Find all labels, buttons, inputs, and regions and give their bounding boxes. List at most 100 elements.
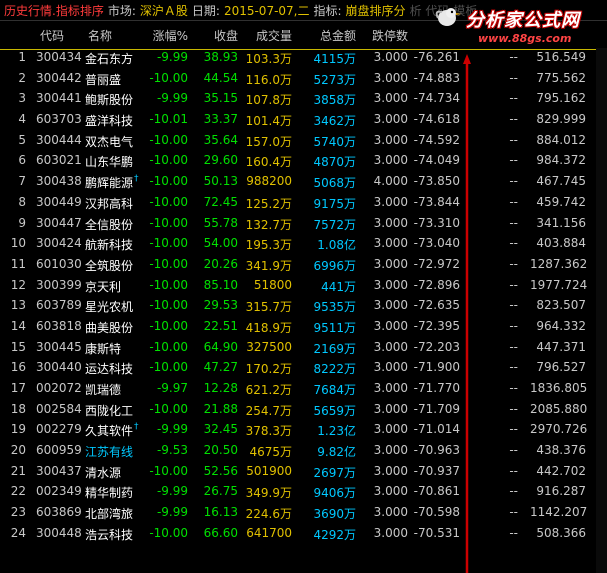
close-price: 54.00 — [203, 236, 238, 251]
view-mode-label[interactable]: 历史行情.指标排序 — [0, 2, 104, 19]
table-row[interactable]: 17 002072 凯瑞德 -9.97 12.28 621.2万 7684万 3.000 -71… — [0, 381, 607, 402]
date-value[interactable]: 2015-07-07,二 — [224, 2, 310, 19]
vertical-scrollbar[interactable] — [596, 48, 607, 573]
header-volume[interactable]: 成交量 — [244, 27, 292, 44]
indicator-value[interactable]: 崩盘排序分 — [346, 2, 406, 19]
row-index: 21 — [10, 463, 26, 478]
stock-code: 300448 — [36, 525, 82, 540]
market-value[interactable]: 深沪Ａ股 — [140, 2, 188, 19]
table-row[interactable]: 7 300438 鹏辉能源† -10.00 50.13 988200 5068万 4.000-… — [0, 174, 607, 195]
table-row[interactable]: 8 300449 汉邦高科 -10.00 72.45 125.2万 9175万 3.000 -7… — [0, 195, 607, 216]
total-amount: 7572万 — [313, 217, 356, 232]
limit-down-days: 3.000 — [373, 360, 408, 375]
extra-column-1: -- — [509, 318, 518, 333]
limit-down-days: 3.000 — [373, 422, 408, 437]
header-close[interactable]: 收盘 — [196, 27, 238, 44]
header-code[interactable]: 代码 — [40, 27, 90, 44]
table-row[interactable]: 13 603789 星光农机 -10.00 29.53 315.7万 9535万 3.000-… — [0, 298, 607, 319]
limit-down-days: 3.000 — [373, 525, 408, 540]
table-row[interactable]: 10 300424 航新科技 -10.00 54.00 195.3万 1.08亿 3.000-… — [0, 236, 607, 257]
table-row[interactable]: 16 300440 运达科技 -10.00 47.27 170.2万 8222万 3.000-… — [0, 360, 607, 381]
row-index: 13 — [10, 298, 26, 313]
table-row[interactable]: 11 601030 全筑股份 -10.00 20.26 341.9万 6996万 3.000-… — [0, 257, 607, 278]
extra-column-1: -- — [509, 463, 518, 478]
row-index: 20 — [10, 443, 26, 458]
limit-down-days: 3.000 — [373, 153, 408, 168]
total-amount: 4292万 — [313, 527, 356, 542]
limit-down-days: 3.000 — [373, 443, 408, 458]
table-row[interactable]: 15 300445 康斯特 -10.00 64.90 327500 2169万 3.000 -7… — [0, 340, 607, 361]
total-amount: 2697万 — [313, 465, 356, 480]
indicator-score: -76.261 — [413, 50, 460, 64]
table-row[interactable]: 21 300437 清水源 -10.00 52.56 501900 2697万 3.000 -7… — [0, 464, 607, 485]
indicator-score: -72.972 — [413, 256, 460, 271]
table-row[interactable]: 24 300448 浩云科技 -10.00 66.60 641700 4292万 3.000-… — [0, 526, 607, 547]
stock-code: 300445 — [36, 339, 82, 354]
total-amount: 5740万 — [313, 134, 356, 149]
table-row[interactable]: 18 002584 西陇化工 -10.00 21.88 254.7万 5659万 3.000-… — [0, 402, 607, 423]
close-price: 29.53 — [203, 298, 238, 313]
table-row[interactable]: 20 600959 江苏有线 -9.53 20.50 4675万 9.82亿 3.000 -70… — [0, 443, 607, 464]
limit-down-days: 3.000 — [373, 401, 408, 416]
total-amount: 5659万 — [313, 403, 356, 418]
row-index: 23 — [10, 505, 26, 520]
change-percent: -10.00 — [149, 277, 188, 292]
date-label: 日期: — [191, 3, 220, 18]
stock-table: 1 300434 金石东方 -9.99 38.93 103.3万 4115万 3.000 -76… — [0, 49, 607, 547]
indicator-score: -71.770 — [413, 381, 460, 395]
row-index: 1 — [18, 50, 26, 64]
total-amount: 3858万 — [313, 93, 356, 108]
table-row[interactable]: 23 603869 北部湾旅 -9.99 16.13 224.6万 3690万 3.000 -7… — [0, 505, 607, 526]
table-row[interactable]: 6 603021 山东华鹏 -10.00 29.60 160.4万 4870万 3.000 -7… — [0, 153, 607, 174]
total-amount: 9.82亿 — [317, 445, 356, 460]
volume: 418.9万 — [245, 320, 292, 335]
table-row[interactable]: 9 300447 全信股份 -10.00 55.78 132.7万 7572万 3.000 -7… — [0, 216, 607, 237]
extra-column-2: 1977.724 — [530, 277, 588, 292]
extra-column-1: -- — [509, 91, 518, 106]
indicator-label: 指标: — [313, 3, 342, 18]
header-limit-down-days[interactable]: 跌停数 — [360, 27, 408, 44]
table-row[interactable]: 12 300399 京天利 -10.00 85.10 51800 441万 3.000 -72.… — [0, 278, 607, 299]
limit-down-days: 3.000 — [373, 132, 408, 147]
limit-down-days: 3.000 — [373, 298, 408, 313]
extra-column-2: 467.745 — [536, 174, 586, 189]
indicator-score: -73.844 — [413, 194, 460, 209]
limit-down-days: 3.000 — [373, 318, 408, 333]
change-percent: -9.53 — [156, 443, 188, 458]
limit-down-days: 3.000 — [373, 256, 408, 271]
table-row[interactable]: 19 002279 久其软件† -9.99 32.45 378.3万 1.23亿 3.000-… — [0, 422, 607, 443]
row-index: 2 — [18, 70, 26, 85]
indicator-score: -72.635 — [413, 298, 460, 313]
volume: 170.2万 — [245, 362, 292, 377]
table-row[interactable]: 4 603703 盛洋科技 -10.01 33.37 101.4万 3462万 3.000 -7… — [0, 112, 607, 133]
indicator-score: -72.203 — [413, 339, 460, 354]
table-row[interactable]: 14 603818 曲美股份 -10.00 22.51 418.9万 9511万 3.000-… — [0, 319, 607, 340]
limit-down-days: 3.000 — [373, 112, 408, 127]
table-row[interactable]: 3 300441 鲍斯股份 -9.99 35.15 107.8万 3858万 3.000 -74… — [0, 91, 607, 112]
stock-code: 300447 — [36, 215, 82, 230]
stock-code: 300399 — [36, 277, 82, 292]
indicator-score: -74.618 — [413, 112, 460, 127]
change-percent: -10.00 — [149, 339, 188, 354]
table-row[interactable]: 1 300434 金石东方 -9.99 38.93 103.3万 4115万 3.000 -76… — [0, 49, 607, 71]
total-amount: 4115万 — [313, 52, 356, 66]
limit-down-days: 3.000 — [373, 484, 408, 499]
table-row[interactable]: 5 300444 双杰电气 -10.00 35.64 157.0万 5740万 3.000 -7… — [0, 133, 607, 154]
limit-down-days: 3.000 — [373, 463, 408, 478]
header-change[interactable]: 涨幅% — [140, 27, 188, 44]
extra-column-1: -- — [509, 422, 518, 437]
extra-column-2: 916.287 — [536, 484, 586, 499]
table-row[interactable]: 2 300442 普丽盛 -10.00 44.54 116.0万 5273万 3.000 -74… — [0, 71, 607, 92]
stock-code: 002072 — [36, 381, 82, 395]
total-amount: 9406万 — [313, 486, 356, 501]
stock-code: 603703 — [36, 112, 82, 127]
extra-column-2: 823.507 — [536, 298, 586, 313]
extra-column-1: -- — [509, 50, 518, 64]
change-percent: -10.00 — [149, 401, 188, 416]
change-percent: -10.00 — [149, 132, 188, 147]
header-amount[interactable]: 总金额 — [300, 27, 356, 44]
indicator-score: -73.310 — [413, 215, 460, 230]
close-price: 32.45 — [203, 422, 238, 437]
indicator-score: -72.395 — [413, 318, 460, 333]
table-row[interactable]: 22 002349 精华制药 -9.99 26.75 349.9万 9406万 3.000 -7… — [0, 484, 607, 505]
